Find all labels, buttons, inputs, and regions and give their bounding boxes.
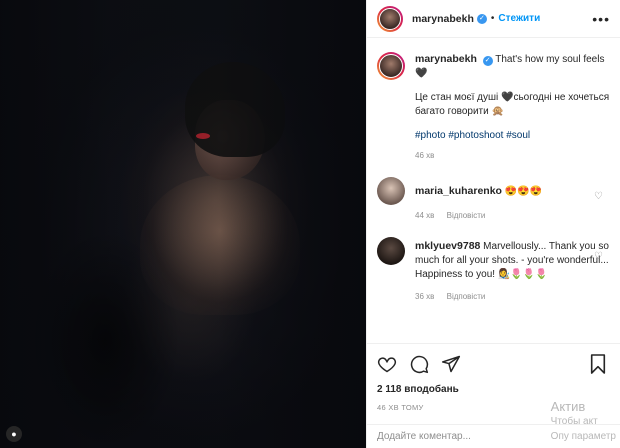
comment-like-icon[interactable]: ♡ — [594, 191, 603, 202]
share-icon[interactable] — [441, 354, 461, 377]
caption-username[interactable]: marynabekh — [415, 53, 477, 65]
comment-time[interactable]: 44 хв — [415, 211, 434, 220]
comment-icon[interactable] — [409, 354, 429, 377]
list-item: mklyuev9788 Marvellously... Thank you so… — [377, 237, 611, 304]
reply-button[interactable]: Відповісти — [447, 292, 486, 301]
watermark-line-2: Чтобы акт — [550, 416, 598, 427]
caption-time[interactable]: 46 хв — [415, 151, 434, 160]
username-link[interactable]: marynabekh — [412, 13, 474, 25]
separator-dot: • — [490, 13, 495, 24]
avatar[interactable] — [377, 52, 405, 80]
avatar[interactable] — [377, 237, 405, 265]
comments-list[interactable]: marynabekh ✓ That's how my soul feels🖤 Ц… — [367, 52, 620, 342]
watermark-line-1: Актив — [550, 399, 586, 414]
caption-line-2: Це стан моєї душі 🖤сьогодні не хочеться … — [415, 92, 610, 117]
photo-vignette — [0, 0, 366, 448]
verified-icon: ✓ — [482, 56, 493, 66]
post-photo[interactable]: ● — [0, 0, 366, 448]
caption-hashtags[interactable]: #photo #photoshoot #soul — [415, 129, 611, 143]
avatar[interactable] — [377, 177, 405, 205]
like-count[interactable]: 2 118 вподобань — [377, 384, 611, 395]
comment-username[interactable]: mklyuev9788 — [415, 240, 480, 252]
comment-text: 😍😍😍 — [504, 186, 543, 197]
follow-button[interactable]: Стежити — [498, 13, 540, 24]
bookmark-icon[interactable] — [589, 353, 607, 378]
heart-icon[interactable] — [377, 354, 397, 377]
post-panel: marynabekh ✓ • Стежити ••• marynabekh ✓ … — [366, 0, 620, 448]
list-item: maria_kuharenko 😍😍😍 44 хв Відповісти ♡ — [377, 177, 611, 223]
watermark-line-3: Опу параметр — [550, 431, 616, 442]
user-tag-icon[interactable]: ● — [6, 426, 22, 442]
comment-time[interactable]: 36 хв — [415, 292, 434, 301]
caption: marynabekh ✓ That's how my soul feels🖤 Ц… — [377, 52, 611, 163]
comment-like-icon[interactable]: ♡ — [594, 251, 603, 262]
activation-watermark: Актив Чтобы акт Опу параметр — [551, 399, 616, 444]
reply-button[interactable]: Відповісти — [447, 211, 486, 220]
avatar[interactable] — [377, 5, 403, 32]
post-header: marynabekh ✓ • Стежити ••• — [367, 0, 620, 38]
comment-username[interactable]: maria_kuharenko — [415, 185, 502, 197]
more-options-icon[interactable]: ••• — [592, 11, 610, 27]
verified-icon: ✓ — [476, 13, 487, 24]
